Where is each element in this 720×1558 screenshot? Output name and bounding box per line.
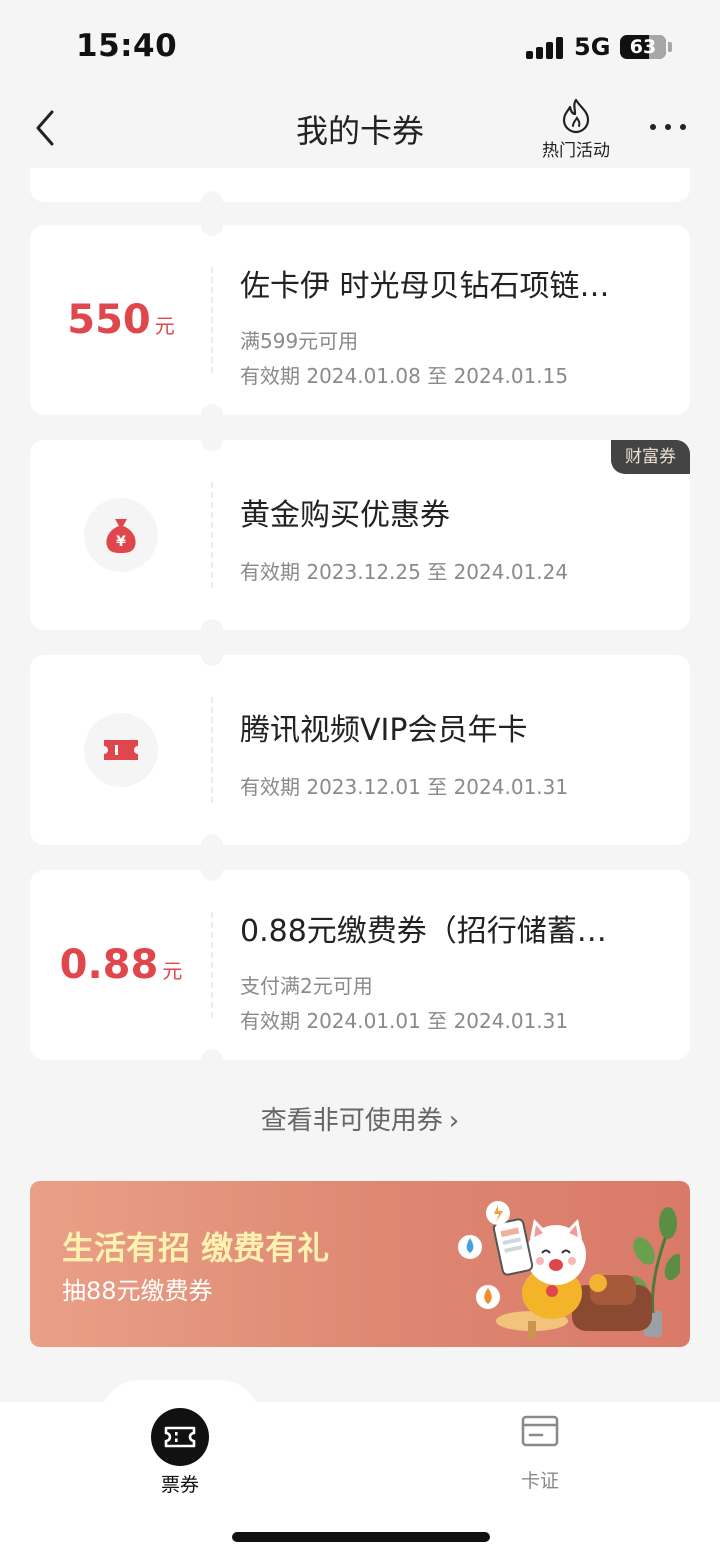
battery-tip bbox=[668, 42, 672, 52]
coupon-validity: 有效期 2023.12.25 至 2024.01.24 bbox=[240, 560, 569, 584]
coupon-title: 腾讯视频VIP会员年卡 bbox=[240, 713, 528, 748]
hot-activities-label: 热门活动 bbox=[542, 141, 610, 161]
signal-icon bbox=[526, 37, 564, 59]
coupon-card[interactable]: 财富券 ¥ 黄金购买优惠券 有效期 2023.12.25 至 2024.01.2… bbox=[30, 429, 690, 641]
tab-tickets-label: 票券 bbox=[160, 1474, 199, 1496]
battery-icon: 63 bbox=[620, 35, 666, 59]
ticket-icon bbox=[151, 1408, 209, 1466]
coupon-validity: 有效期 2023.12.01 至 2024.01.31 bbox=[240, 775, 569, 799]
coupon-title: 佐卡伊 时光母贝钻石项链… bbox=[240, 269, 610, 304]
money-bag-icon: ¥ bbox=[106, 519, 136, 553]
coupon-card[interactable]: 0.88 元 0.88元缴费券（招行储蓄… 支付满2元可用 有效期 2024.01… bbox=[30, 859, 690, 1071]
more-button[interactable] bbox=[646, 118, 690, 138]
coupon-card[interactable]: 腾讯视频VIP会员年卡 有效期 2023.12.01 至 2024.01.31 bbox=[30, 644, 690, 856]
coupon-condition: 支付满2元可用 bbox=[240, 974, 373, 998]
tab-tickets[interactable]: 票券 bbox=[120, 1402, 240, 1497]
view-unusable-coupons-label: 查看非可使用券 bbox=[260, 1106, 443, 1136]
more-dots-icon bbox=[650, 124, 656, 130]
coupon-amount: 0.88 元 bbox=[59, 942, 183, 988]
tab-cards-label: 卡证 bbox=[520, 1470, 559, 1492]
coupon-card-partial[interactable] bbox=[30, 168, 690, 213]
coupon-amount: 550 元 bbox=[67, 297, 175, 343]
chevron-right-icon: › bbox=[448, 1106, 460, 1136]
svg-text:¥: ¥ bbox=[116, 534, 126, 550]
battery-level: 63 bbox=[629, 36, 657, 58]
home-indicator bbox=[232, 1532, 490, 1542]
coupon-validity: 有效期 2024.01.08 至 2024.01.15 bbox=[240, 364, 569, 388]
ticket-icon bbox=[104, 740, 138, 760]
coupon-icon-circle bbox=[84, 713, 158, 787]
coupon-card[interactable]: 550 元 佐卡伊 时光母贝钻石项链… 满599元可用 有效期 2024.01.0… bbox=[30, 214, 690, 426]
flame-icon bbox=[562, 98, 590, 134]
tab-cards[interactable]: 卡证 bbox=[480, 1402, 600, 1493]
status-bar: 15:40 5G 63 bbox=[0, 0, 720, 92]
coupon-validity: 有效期 2024.01.01 至 2024.01.31 bbox=[240, 1009, 569, 1033]
coupon-title: 0.88元缴费券（招行储蓄… bbox=[240, 914, 607, 949]
coupon-title: 黄金购买优惠券 bbox=[240, 498, 450, 533]
coupon-icon-circle: ¥ bbox=[84, 498, 158, 572]
hot-activities-button[interactable]: 热门活动 bbox=[530, 98, 622, 162]
banner-title: 生活有招 缴费有礼 bbox=[62, 1229, 330, 1267]
card-icon bbox=[521, 1415, 559, 1447]
nav-bar: 我的卡券 热门活动 bbox=[0, 92, 720, 168]
coupon-condition: 满599元可用 bbox=[240, 329, 359, 353]
view-unusable-coupons-link[interactable]: 查看非可使用券 › bbox=[0, 1100, 720, 1137]
promo-banner[interactable]: 生活有招 缴费有礼 抽88元缴费券 bbox=[30, 1181, 690, 1347]
status-time: 15:40 bbox=[76, 28, 178, 64]
banner-subtitle: 抽88元缴费券 bbox=[62, 1277, 213, 1305]
network-type: 5G bbox=[574, 33, 611, 61]
mascot-illustration bbox=[458, 1201, 680, 1339]
